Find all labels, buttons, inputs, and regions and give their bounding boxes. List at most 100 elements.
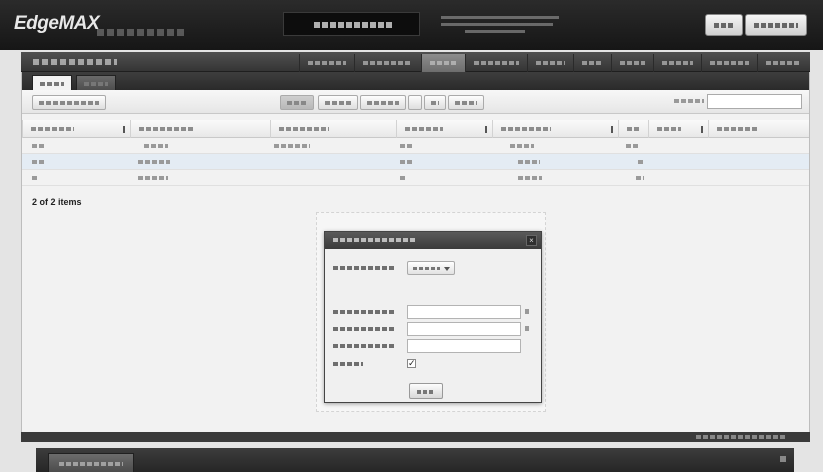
expand-icon[interactable] [780, 456, 786, 462]
status-readout [441, 16, 559, 19]
column-header[interactable] [648, 120, 708, 138]
field-hint-icon [525, 326, 529, 331]
main-nav-bar [21, 52, 810, 72]
column-header-label [627, 127, 639, 131]
nav-tab[interactable] [757, 54, 809, 72]
subtab-label [84, 82, 108, 86]
column-header-label [501, 127, 551, 131]
column-header-label [31, 127, 74, 131]
table-cell [138, 160, 170, 164]
column-header[interactable] [618, 120, 648, 138]
bottom-status-text [696, 435, 786, 439]
table-cell [400, 176, 406, 180]
help-button-label [714, 23, 734, 28]
logout-button-label [754, 23, 798, 28]
column-header[interactable] [270, 120, 396, 138]
subtab-label [40, 82, 64, 86]
subtab-active[interactable] [32, 75, 72, 90]
table-cell [274, 144, 310, 148]
toolbar-button[interactable] [448, 95, 484, 110]
nav-tab[interactable] [573, 54, 611, 72]
toolbar [22, 90, 809, 114]
type-select-value [413, 267, 440, 270]
table-cell [400, 160, 412, 164]
field-label [333, 310, 395, 314]
table-row-selected[interactable] [22, 154, 809, 170]
type-label [333, 266, 395, 270]
status-readout [465, 30, 525, 33]
column-resize-handle[interactable] [701, 126, 703, 133]
logout-button[interactable] [745, 14, 807, 36]
toolbar-button-label [367, 101, 399, 105]
subtab[interactable] [76, 75, 116, 90]
toolbar-button-label [287, 101, 307, 105]
toolbar-button[interactable] [280, 95, 314, 110]
nav-tab-label [710, 61, 749, 65]
enabled-checkbox[interactable]: ✓ [407, 359, 416, 368]
column-header[interactable] [492, 120, 618, 138]
app-logo[interactable]: EdgeMAX [14, 13, 100, 35]
column-header[interactable] [708, 120, 811, 138]
column-header-label [139, 127, 195, 131]
table-row[interactable] [22, 138, 809, 154]
column-resize-handle[interactable] [611, 126, 613, 133]
nav-tab[interactable] [299, 54, 354, 72]
field-hint-icon [525, 309, 529, 314]
nav-tab-active[interactable] [421, 54, 465, 72]
footer-tab-label [59, 462, 123, 466]
dialog-body: ✓ [325, 249, 541, 404]
nav-tab-label [430, 61, 457, 65]
column-header[interactable] [22, 120, 130, 138]
column-header[interactable] [130, 120, 270, 138]
save-button[interactable] [409, 383, 443, 399]
nav-tab[interactable] [653, 54, 701, 72]
footer-tab[interactable] [48, 453, 134, 472]
search-input[interactable] [707, 94, 802, 109]
nav-tab[interactable] [527, 54, 573, 72]
nav-tab-label [363, 61, 410, 65]
table-cell [518, 160, 540, 164]
nav-tab[interactable] [465, 54, 527, 72]
dialog-titlebar[interactable]: × [325, 232, 541, 249]
top-header: EdgeMAX [0, 0, 823, 50]
text-field[interactable] [407, 305, 521, 319]
chevron-down-icon [444, 267, 450, 271]
system-status-display [283, 12, 420, 36]
help-button[interactable] [705, 14, 743, 36]
toolbar-button[interactable] [318, 95, 358, 110]
column-header-label [717, 127, 758, 131]
type-select[interactable] [407, 261, 455, 275]
nav-tab-label [766, 61, 801, 65]
add-button[interactable] [32, 95, 106, 110]
add-button-label [39, 101, 99, 105]
table-header-row [22, 120, 809, 138]
column-resize-handle[interactable] [123, 126, 125, 133]
bottom-status-bar [21, 432, 810, 442]
toolbar-button[interactable] [408, 95, 422, 110]
breadcrumb [33, 59, 117, 65]
column-resize-handle[interactable] [485, 126, 487, 133]
close-icon[interactable]: × [526, 235, 537, 246]
system-status-text [314, 22, 394, 28]
text-field[interactable] [407, 322, 521, 336]
item-count: 2 of 2 items [32, 197, 82, 207]
nav-tab[interactable] [354, 54, 418, 72]
table-cell [32, 160, 44, 164]
table-cell [510, 144, 534, 148]
field-label [333, 344, 395, 348]
column-header-label [279, 127, 329, 131]
table-cell [138, 176, 168, 180]
column-header[interactable] [396, 120, 492, 138]
table-cell [518, 176, 542, 180]
nav-tab[interactable] [611, 54, 653, 72]
nav-tab-label [536, 61, 565, 65]
nav-tab[interactable] [701, 54, 757, 72]
logo-subtitle [97, 29, 187, 36]
text-field[interactable] [407, 339, 521, 353]
nav-tab-label [308, 61, 346, 65]
toolbar-button[interactable] [360, 95, 406, 110]
table-row[interactable] [22, 170, 809, 186]
toolbar-button[interactable] [424, 95, 446, 110]
subtab-bar [22, 72, 809, 90]
modal-dialog: × ✓ [324, 231, 542, 403]
